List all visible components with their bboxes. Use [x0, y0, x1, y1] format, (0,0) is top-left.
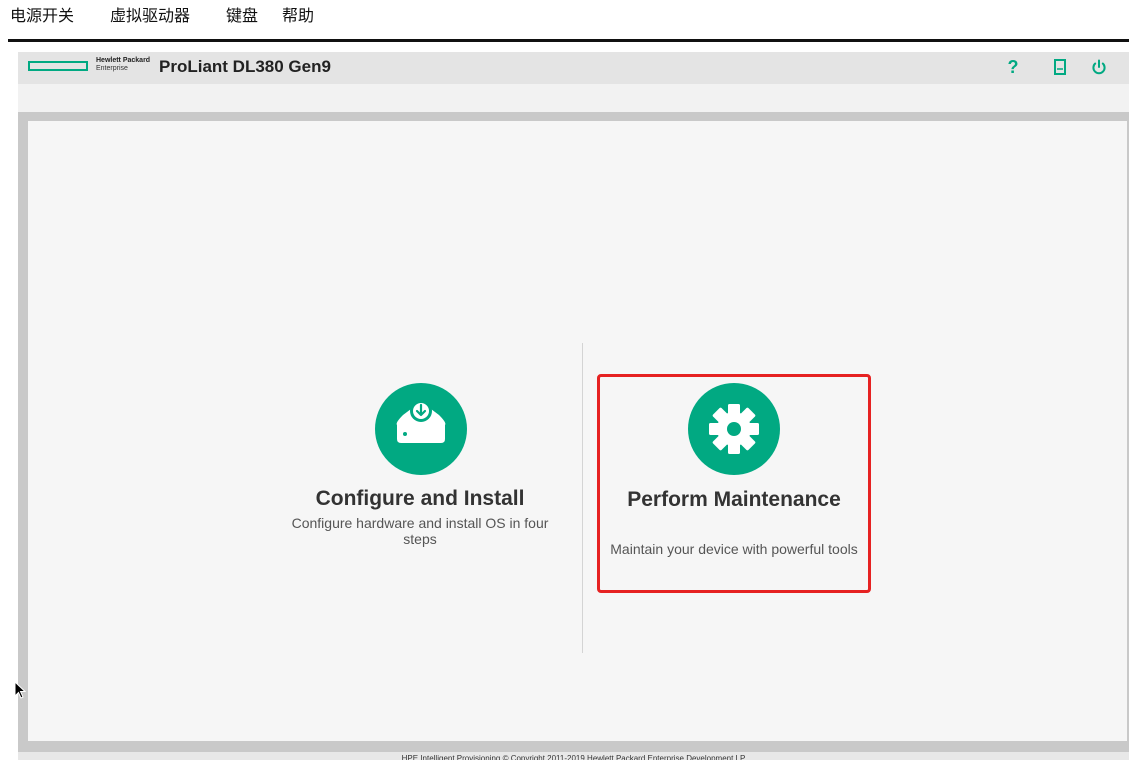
menu-keyboard[interactable]: 键盘 — [226, 4, 258, 28]
maintenance-description: Maintain your device with powerful tools — [610, 541, 858, 557]
maintenance-title: Perform Maintenance — [627, 488, 841, 511]
gear-icon — [688, 383, 780, 475]
configure-description: Configure hardware and install OS in fou… — [291, 515, 549, 547]
mouse-cursor-icon — [14, 680, 27, 699]
disk-download-icon — [375, 383, 467, 475]
help-icon[interactable]: ? — [1004, 58, 1022, 76]
header-spacer — [18, 84, 1129, 112]
configure-title: Configure and Install — [315, 487, 525, 510]
menu-virtual-drives[interactable]: 虚拟驱动器 — [110, 4, 190, 28]
perform-maintenance-option[interactable]: Perform Maintenance Maintain your device… — [600, 383, 868, 588]
document-icon[interactable] — [1051, 58, 1069, 76]
product-title: ProLiant DL380 Gen9 — [159, 57, 331, 76]
copyright-text: HPE Intelligent Provisioning © Copyright… — [401, 754, 746, 760]
footer: HPE Intelligent Provisioning © Copyright… — [18, 752, 1129, 760]
hpe-logo-icon — [28, 61, 88, 71]
menubar: 电源开关 虚拟驱动器 键盘 帮助 — [0, 0, 1129, 40]
hpe-brand: Hewlett Packard Enterprise — [96, 57, 150, 73]
brand-line1: Hewlett Packard — [96, 57, 151, 64]
menubar-divider — [8, 39, 1129, 42]
menu-power-switch[interactable]: 电源开关 — [10, 4, 74, 28]
menu-help[interactable]: 帮助 — [282, 4, 314, 28]
power-icon[interactable] — [1090, 58, 1108, 76]
main-content — [28, 121, 1127, 741]
header-bar: Hewlett Packard Enterprise ProLiant DL38… — [18, 52, 1129, 84]
configure-and-install-option[interactable]: Configure and Install Configure hardware… — [250, 383, 570, 563]
brand-line2: Enterprise — [96, 65, 128, 72]
